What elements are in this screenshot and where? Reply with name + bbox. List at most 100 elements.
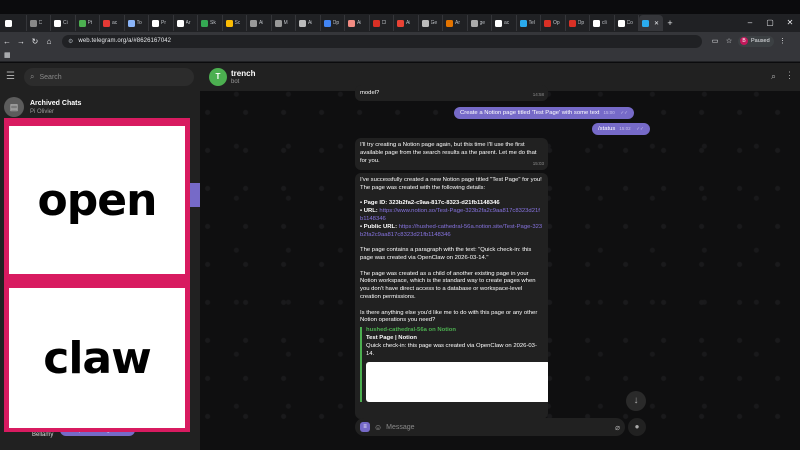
chat-pane: T trench bot ⌕ ⋮ model? 14:58 Create a N… [200,63,800,450]
url-line: • URL: https://www.notion.so/Test-Page-3… [360,208,543,224]
browser-tab[interactable]: Ai [345,15,370,31]
message-bubble-incoming: model? 14:58 [355,85,548,101]
cast-icon[interactable]: ▭ [710,37,720,45]
message-bubble-outgoing: Create a Notion page titled 'Test Page' … [454,107,634,119]
maximize-icon[interactable]: ▢ [760,14,780,32]
browser-tab[interactable]: Tel [517,15,541,31]
tab-favicon-icon [78,19,86,27]
tab-label: Sk [210,20,216,26]
link-preview[interactable]: hushed-cathedral-56a on Notion Test Page… [360,327,548,403]
tab-close-icon[interactable]: ✕ [654,20,659,27]
browser-tab[interactable]: Ge [419,15,443,31]
preview-site-name: hushed-cathedral-56a on Notion [366,327,457,334]
tab-favicon-icon [446,19,453,27]
tab-favicon-icon [103,19,110,27]
notion-url-link[interactable]: https://www.notion.so/Test-Page-323b2fa2… [360,208,540,222]
message-time: 14:58 [532,92,544,98]
new-tab-button[interactable]: + [663,18,677,28]
message-text: The page contains a paragraph with the t… [360,247,532,261]
browser-tab[interactable]: ac [100,15,125,31]
tab-label: C [38,20,43,26]
tab-favicon-icon [421,19,429,27]
tab-label: Op [332,20,340,26]
tab-label: Ai [308,20,313,26]
profile-button[interactable]: B Paused [738,35,774,47]
browser-tab[interactable]: Ar [174,15,198,31]
browser-tab[interactable]: C [27,15,51,31]
bot-menu-icon[interactable]: ≡ [360,422,370,432]
browser-tab[interactable]: Co [615,15,639,31]
browser-tab[interactable]: Sk [198,15,223,31]
browser-tab[interactable]: Op [321,15,345,31]
message-time: 15:03 [532,161,544,167]
tab-label: Pr [161,20,166,26]
tab-label: ac [504,20,510,26]
address-url: web.telegram.org/a/#8626167042 [78,38,172,44]
browser-tab[interactable]: Op [566,15,590,31]
message-composer[interactable]: ≡ ☺ Message ⌀ [355,418,625,436]
preview-title: Test Page | Notion [366,334,417,341]
hamburger-menu-icon[interactable]: ☰ [6,71,15,82]
back-icon[interactable]: ← [0,37,14,46]
browser-menu-icon[interactable]: ⋮ [778,37,788,45]
browser-tab-active[interactable]: ✕ [639,15,663,31]
openclaw-overlay: open claw [4,118,190,432]
tab-label: Ar [185,20,191,26]
search-input[interactable]: ⌕ Search [24,68,194,86]
chat-name: trench [231,69,256,78]
microphone-icon[interactable]: ● [628,418,646,436]
browser-tab[interactable]: To [125,15,149,31]
tab-favicon-icon [372,19,380,27]
browser-tab[interactable]: Sc [223,15,247,31]
tab-label: Co [626,20,633,26]
chat-search-icon[interactable]: ⌕ [771,71,776,82]
tab-favicon-icon [568,19,576,27]
browser-tab[interactable]: Ai [296,15,321,31]
bottom-chat-name: Bellamy [32,432,54,438]
archived-chats-item[interactable]: ▤ Archived Chats Pi Olivier [4,95,196,119]
tab-favicon-icon [299,19,306,27]
tab-favicon-icon [544,19,551,27]
reload-icon[interactable]: ↻ [28,37,42,46]
window-controls: – ▢ ✕ [740,14,800,32]
preview-description: Quick check-in: this page was created vi… [366,342,537,357]
browser-tab[interactable]: Pr [149,15,174,31]
message-input[interactable]: Message [386,424,615,431]
close-window-icon[interactable]: ✕ [780,14,800,32]
tab-favicon-icon [323,19,331,27]
scroll-down-button[interactable]: ↓ [626,391,646,411]
browser-tab[interactable]: Pt [76,15,100,31]
browser-tab[interactable]: Ai [247,15,272,31]
browser-tab[interactable]: ge [468,15,492,31]
site-info-icon[interactable]: ⚙ [68,38,73,45]
browser-tab[interactable]: Ai [394,15,419,31]
forward-icon[interactable]: → [14,37,28,46]
read-checks-icon: ✓✓ [636,126,644,131]
bookmark-star-icon[interactable]: ☆ [724,37,734,45]
home-icon[interactable]: ⌂ [42,37,56,46]
minimize-icon[interactable]: – [740,14,760,32]
browser-tab[interactable]: Ar [443,15,468,31]
more-options-icon[interactable]: ⋮ [785,70,794,81]
browser-tab[interactable] [2,15,27,31]
profile-status: Paused [751,38,770,44]
browser-tab[interactable]: Ci [51,15,76,31]
tab-favicon-icon [495,19,502,27]
browser-tab[interactable]: M [272,15,296,31]
emoji-icon[interactable]: ☺ [374,423,382,432]
tab-favicon-icon [617,19,625,27]
browser-tab[interactable]: ac [492,15,517,31]
attach-icon[interactable]: ⌀ [615,423,620,432]
apps-grid-icon[interactable]: ▦ [4,52,12,60]
browser-tab[interactable]: cli [590,15,615,31]
tab-favicon-icon [29,19,37,27]
preview-image[interactable] [366,362,548,403]
browser-tab[interactable]: Op [541,15,566,31]
address-bar[interactable]: ⚙ web.telegram.org/a/#8626167042 [62,34,702,48]
search-icon: ⌕ [30,72,35,81]
tab-label: ac [112,20,118,26]
browser-tab[interactable]: Cl [370,15,394,31]
tab-label: Op [577,20,585,26]
tab-label: Sc [234,20,241,26]
tab-favicon-icon [642,19,649,27]
